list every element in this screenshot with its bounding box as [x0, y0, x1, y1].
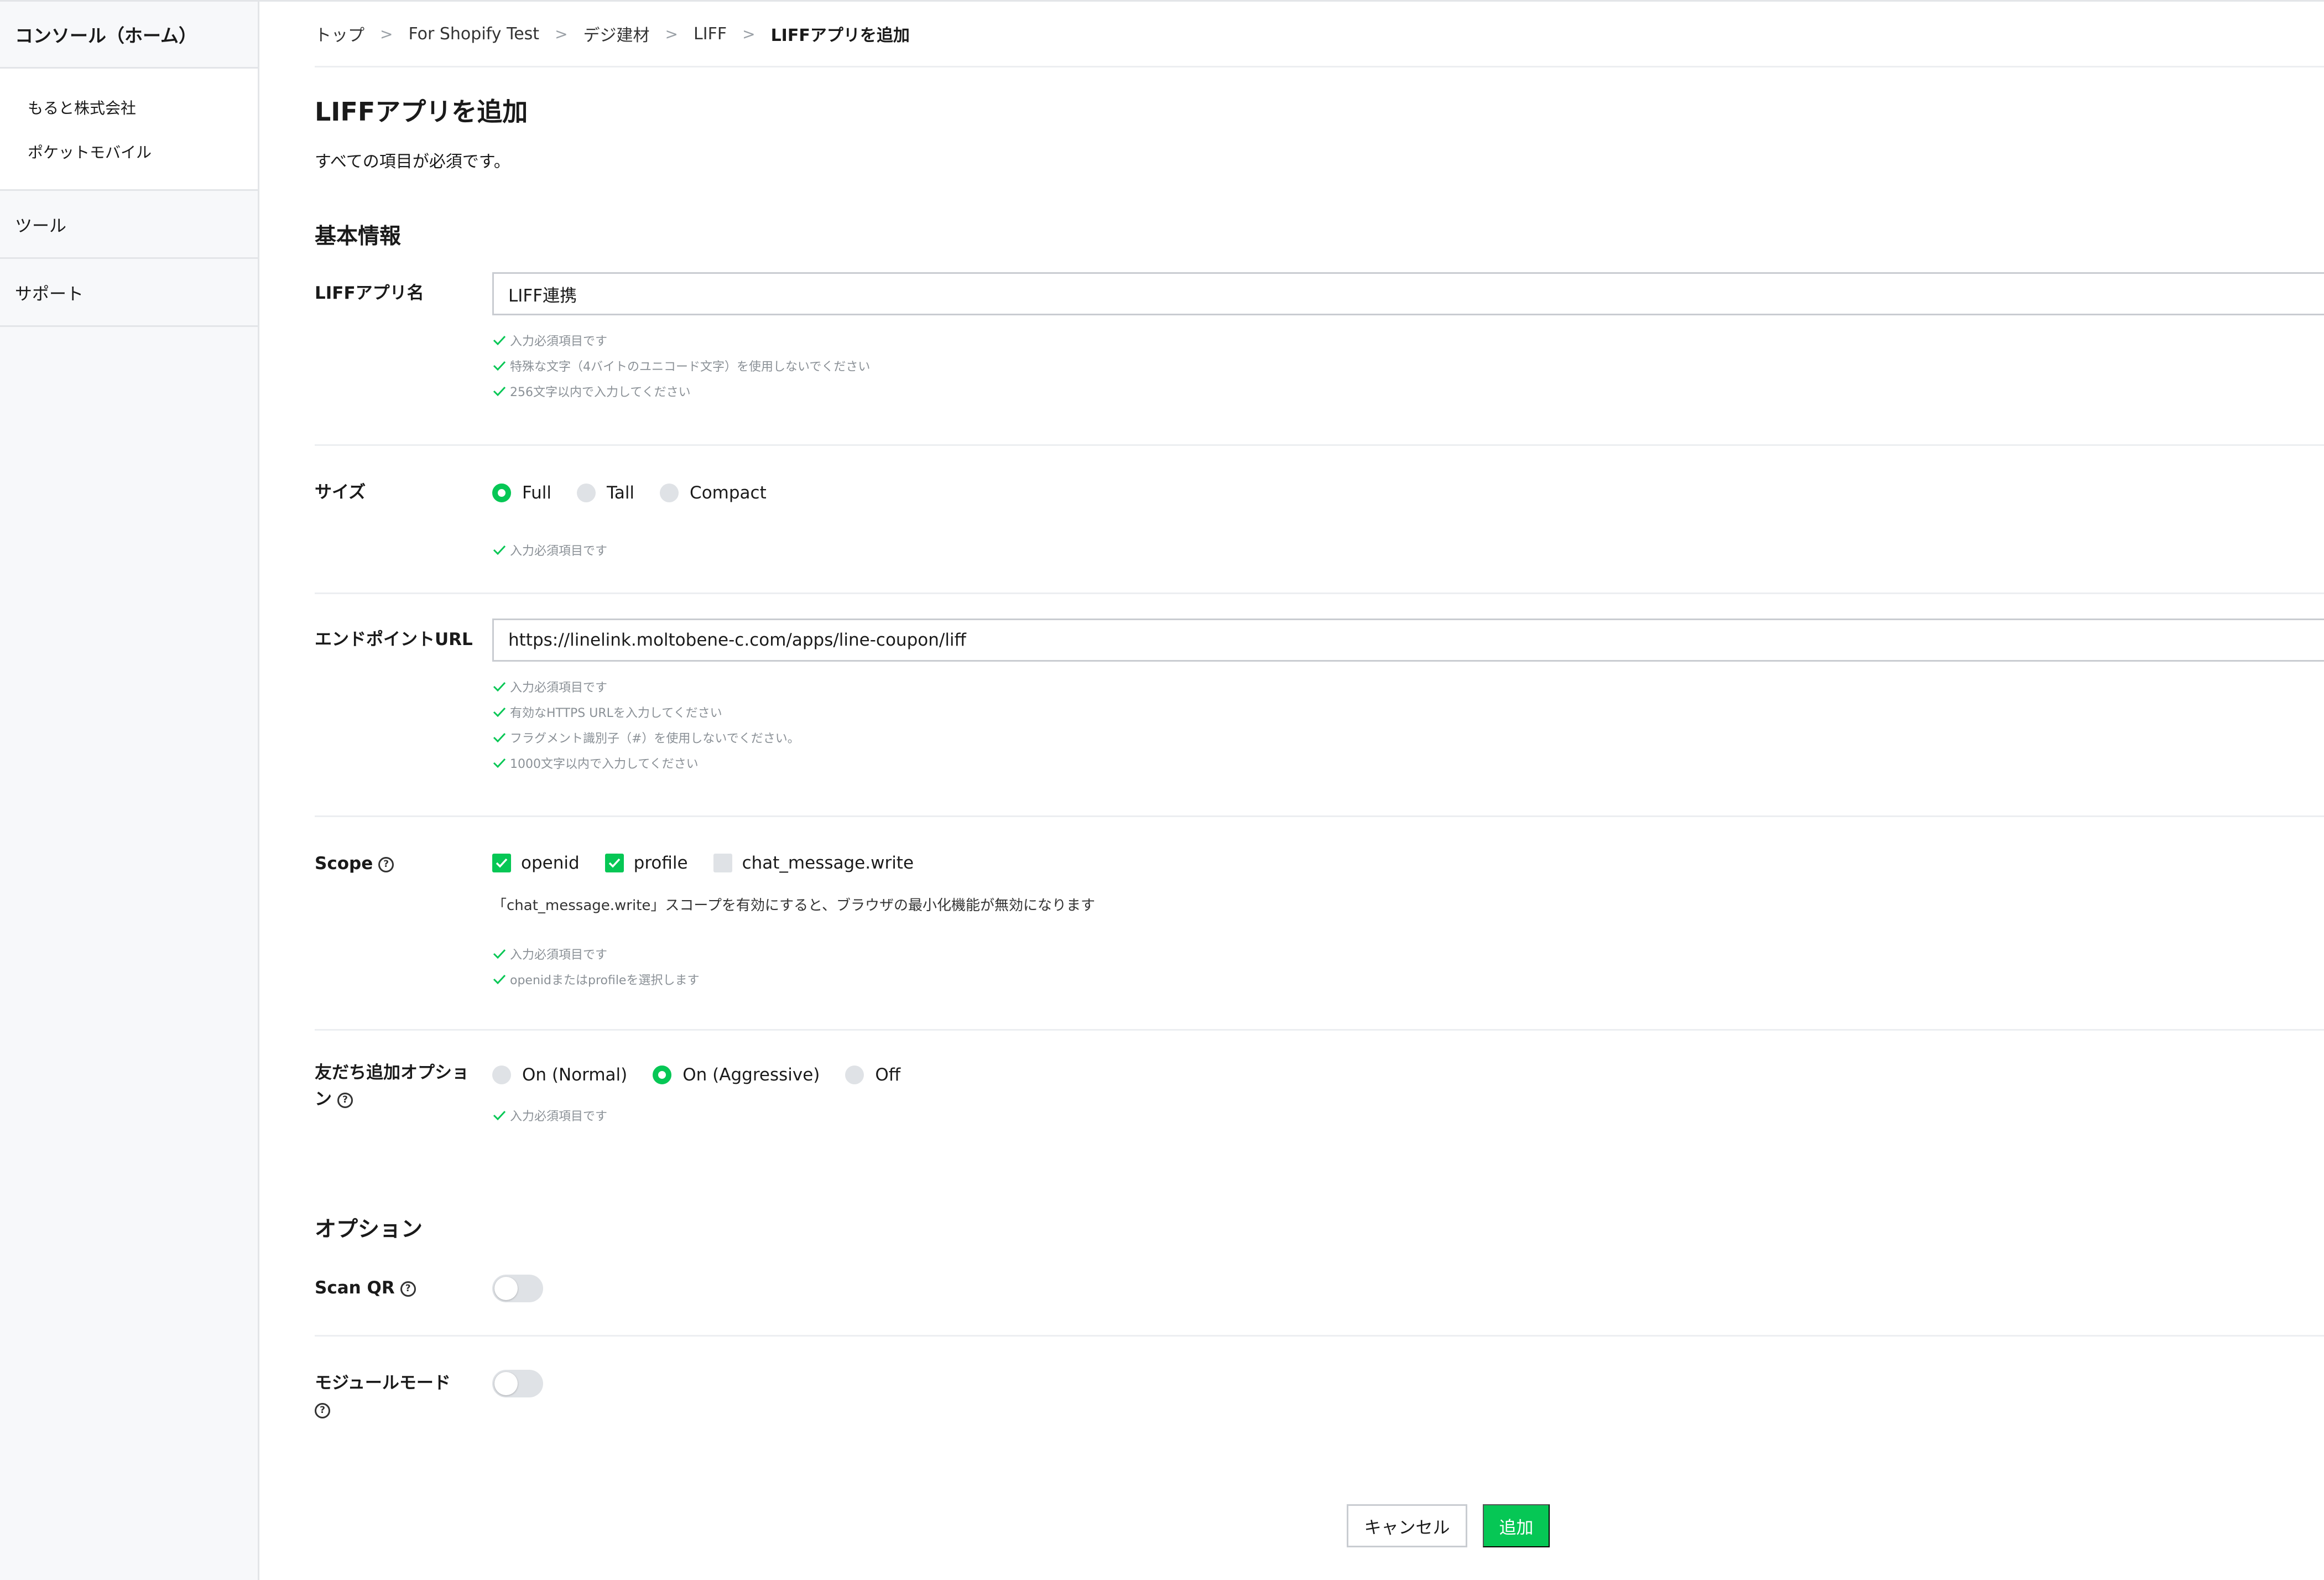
option-label: chat_message.write — [742, 853, 914, 873]
sidebar-item-provider[interactable]: もると株式会社 — [0, 85, 258, 129]
checkmark-icon — [608, 858, 620, 868]
section-title-options: オプション — [315, 1217, 423, 1242]
scan-qr-toggle[interactable] — [492, 1275, 543, 1302]
scope-checkbox-openid[interactable] — [492, 854, 511, 872]
validation-hints: 入力必須項目です — [492, 1103, 2324, 1128]
breadcrumb-item-channel[interactable]: デジ建材 — [583, 22, 650, 46]
field-row-scope: Scope? openid profile chat_message.write… — [315, 817, 2324, 1031]
endpoint-url-input[interactable]: https://linelink.moltobene-c.com/apps/li… — [492, 619, 2324, 662]
validation-hint: openidまたはprofileを選択します — [492, 966, 2324, 992]
validation-hint: 有効なHTTPS URLを入力してください — [492, 699, 2324, 725]
validation-hints: 入力必須項目です 特殊な文字（4バイトのユニコード文字）を使用しないでください … — [492, 328, 2324, 404]
field-label: エンドポイントURL — [315, 630, 473, 649]
help-icon[interactable]: ? — [315, 1402, 330, 1418]
breadcrumb: トップ > For Shopify Test > デジ建材 > LIFF > L… — [315, 2, 2324, 67]
chevron-right-icon: > — [665, 24, 679, 43]
validation-hint: 1000文字以内で入力してください — [492, 750, 2324, 776]
section-title-basic: 基本情報 — [315, 224, 402, 249]
field-label: モジュールモード ? — [315, 1370, 451, 1423]
friendship-radio-group: On (Normal) On (Aggressive) Off — [492, 1058, 2324, 1092]
main-content: トップ > For Shopify Test > デジ建材 > LIFF > L… — [315, 2, 2324, 1580]
validation-hint: 入力必須項目です — [492, 537, 2324, 563]
check-icon — [493, 682, 506, 692]
sidebar-home-link[interactable]: コンソール（ホーム） — [0, 2, 258, 69]
sidebar-provider-list: もると株式会社 ポケットモバイル — [0, 69, 258, 191]
scope-checkbox-profile[interactable] — [605, 854, 624, 872]
field-row-endpoint: エンドポイントURL https://linelink.moltobene-c.… — [315, 594, 2324, 817]
option-label: openid — [521, 853, 580, 873]
cancel-button[interactable]: キャンセル — [1347, 1504, 1467, 1547]
size-radio-compact[interactable] — [660, 484, 679, 502]
option-label: Off — [875, 1065, 901, 1085]
option-label: Compact — [690, 483, 767, 503]
option-label: profile — [633, 853, 688, 873]
check-icon — [493, 361, 506, 371]
validation-hint: 特殊な文字（4バイトのユニコード文字）を使用しないでください — [492, 353, 2324, 378]
scope-note: 「chat_message.write」スコープを有効にすると、ブラウザの最小化… — [492, 897, 1096, 914]
checkmark-icon — [496, 858, 508, 868]
check-icon — [493, 545, 506, 555]
size-radio-tall[interactable] — [577, 484, 596, 502]
field-label: サイズ — [315, 482, 366, 502]
liff-app-name-input[interactable]: LIFF連携 — [492, 272, 2324, 315]
check-icon — [493, 386, 506, 397]
sidebar-item-tools[interactable]: ツール — [0, 191, 258, 259]
friendship-radio-aggressive[interactable] — [653, 1066, 672, 1084]
check-icon — [493, 732, 506, 743]
validation-hint: フラグメント識別子（#）を使用しないでください。 — [492, 725, 2324, 750]
field-row-module-mode: モジュールモード ? — [315, 1337, 2324, 1447]
page-description: すべての項目が必須です。 — [315, 152, 510, 171]
size-radio-group: Full Tall Compact — [492, 476, 2324, 510]
help-icon[interactable]: ? — [337, 1092, 353, 1108]
validation-hint: 入力必須項目です — [492, 674, 2324, 699]
breadcrumb-item-liff[interactable]: LIFF — [694, 24, 727, 44]
chevron-right-icon: > — [742, 24, 755, 43]
sidebar: コンソール（ホーム） もると株式会社 ポケットモバイル ツール サポート — [0, 2, 259, 1580]
field-row-app-name: LIFFアプリ名 LIFF連携 入力必須項目です 特殊な文字（4バイトのユニコー… — [315, 272, 2324, 446]
check-icon — [493, 335, 506, 346]
scope-checkbox-group: openid profile chat_message.write — [492, 846, 2324, 880]
validation-hint: 入力必須項目です — [492, 1103, 2324, 1128]
validation-hints: 入力必須項目です openidまたはprofileを選択します — [492, 941, 2324, 992]
validation-hints: 入力必須項目です — [492, 537, 2324, 563]
module-mode-toggle[interactable] — [492, 1370, 543, 1397]
validation-hint: 入力必須項目です — [492, 941, 2324, 966]
friendship-radio-off[interactable] — [845, 1066, 864, 1084]
friendship-radio-normal[interactable] — [492, 1066, 511, 1084]
field-label: 友だち追加オプショ ン? — [315, 1063, 469, 1109]
toggle-knob — [494, 1277, 518, 1300]
scope-checkbox-chat-message-write[interactable] — [713, 854, 732, 872]
check-icon — [493, 758, 506, 768]
option-label: On (Aggressive) — [682, 1065, 820, 1085]
validation-hint: 256文字以内で入力してください — [492, 378, 2324, 404]
field-row-scan-qr: Scan QR? — [315, 1255, 2324, 1337]
validation-hints: 入力必須項目です 有効なHTTPS URLを入力してください フラグメント識別子… — [492, 674, 2324, 776]
field-label: Scan QR? — [315, 1275, 416, 1301]
option-label: On (Normal) — [522, 1065, 628, 1085]
breadcrumb-item-top[interactable]: トップ — [315, 22, 364, 46]
help-icon[interactable]: ? — [400, 1281, 416, 1297]
help-icon[interactable]: ? — [378, 856, 394, 872]
chevron-right-icon: > — [380, 24, 393, 43]
field-row-friendship: 友だち追加オプショ ン? On (Normal) On (Aggressive)… — [315, 1031, 2324, 1152]
validation-hint: 入力必須項目です — [492, 328, 2324, 353]
size-radio-full[interactable] — [492, 484, 511, 502]
breadcrumb-current: LIFFアプリを追加 — [770, 26, 910, 45]
field-row-size: サイズ Full Tall Compact 入力必須項目です — [315, 446, 2324, 594]
field-label: LIFFアプリ名 — [315, 283, 424, 303]
field-label: Scope? — [315, 850, 394, 877]
sidebar-item-provider[interactable]: ポケットモバイル — [0, 129, 258, 174]
check-icon — [493, 1110, 506, 1121]
page-title: LIFFアプリを追加 — [315, 97, 528, 127]
check-icon — [493, 974, 506, 985]
sidebar-item-support[interactable]: サポート — [0, 259, 258, 327]
toggle-knob — [494, 1372, 518, 1395]
add-button[interactable]: 追加 — [1483, 1504, 1550, 1547]
option-label: Tall — [607, 483, 635, 503]
breadcrumb-item-provider[interactable]: For Shopify Test — [408, 24, 539, 44]
check-icon — [493, 707, 506, 718]
check-icon — [493, 949, 506, 959]
chevron-right-icon: > — [555, 24, 568, 43]
option-label: Full — [522, 483, 552, 503]
